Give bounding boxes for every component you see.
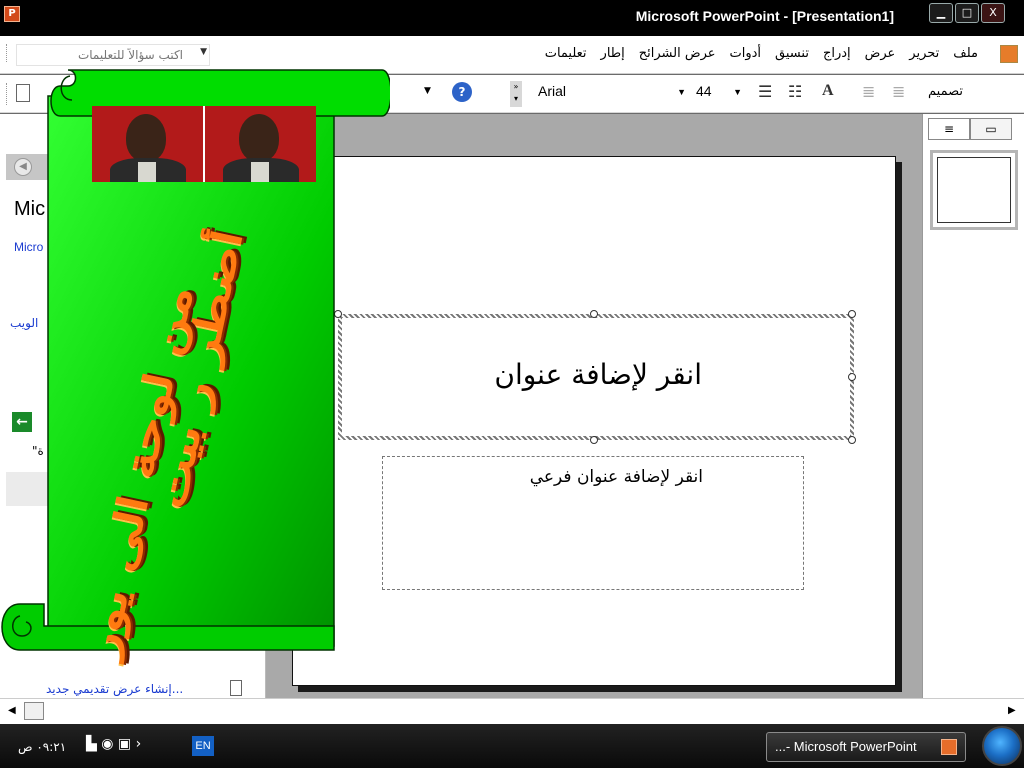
maximize-button[interactable]: □ [955,3,979,23]
font-size-select[interactable]: 44 ▼ [696,83,744,105]
windows-taskbar: ٠٩:٢١ ص ▙ ◉ ▣ › EN ...- Microsoft PowerP… [0,724,1024,768]
help-question-input[interactable] [17,45,187,65]
help-icon[interactable]: ? [452,82,472,102]
menu-file[interactable]: ملف [953,46,978,61]
menu-format[interactable]: تنسيق [775,46,809,61]
menu-items: ملف تحرير عرض إدراج تنسيق أدوات عرض الشر… [545,46,978,61]
title-placeholder[interactable]: انقر لإضافة عنوان [338,314,854,440]
portrait-photos[interactable] [92,106,316,182]
menu-window[interactable]: إطار [601,46,625,61]
minimize-button[interactable]: ▁ [929,3,953,23]
portrait-photo [92,106,203,182]
taskbar-powerpoint-label: ...- Microsoft PowerPoint [775,739,917,754]
decrease-indent-icon[interactable]: ≣ [862,82,875,101]
menu-slideshow[interactable]: عرض الشرائح [639,46,716,61]
increase-indent-icon[interactable]: ≣ [892,82,905,101]
resize-handle[interactable] [590,436,598,444]
subtitle-placeholder-text[interactable]: انقر لإضافة عنوان فرعي [530,467,703,487]
thumbnail-tabs: ≡ ▭ [928,118,1018,142]
close-button[interactable]: X [981,3,1005,23]
title-placeholder-text[interactable]: انقر لإضافة عنوان [494,358,702,391]
design-button[interactable]: تصميم [928,84,963,99]
powerpoint-icon [941,739,957,755]
menu-tools[interactable]: أدوات [730,46,762,61]
network-icon[interactable]: ▙ [86,736,97,752]
horizontal-scrollbar[interactable]: ◀ ▶ [0,698,1024,724]
tab-slides[interactable]: ▭ [970,118,1012,140]
resize-handle[interactable] [848,436,856,444]
scroll-thumb[interactable] [24,702,44,720]
numbering-icon[interactable]: ☰ [758,82,772,101]
powerpoint-app-icon[interactable]: P [4,6,20,22]
font-name-select[interactable]: Arial ▼ [538,83,688,105]
scroll-wordart[interactable]: أضطر ر بيت من لوحة الى يور [58,192,328,662]
toolbar-options-icon[interactable]: » ▾ [510,81,522,107]
menubar-grip[interactable] [6,44,9,62]
language-indicator[interactable]: EN [192,736,214,756]
help-question-box[interactable]: ▼ [16,44,210,66]
font-size-value: 44 [696,83,712,99]
new-presentation-icon[interactable] [230,680,242,696]
slide-thumbnail-canvas [937,157,1011,223]
menu-edit[interactable]: تحرير [909,46,939,61]
menu-help[interactable]: تعليمات [545,46,587,61]
display-icon[interactable]: ▣ [118,736,131,752]
system-tray: ▙ ◉ ▣ › [86,736,141,752]
tray-expand-icon[interactable]: › [136,736,142,752]
document-icon[interactable] [1000,45,1018,63]
scroll-right-icon[interactable]: ▶ [1008,705,1016,716]
new-presentation-link[interactable]: إنشاء عرض تقديمي جديد... [46,682,183,696]
font-name-value: Arial [538,83,567,99]
slide-thumbnail[interactable] [930,150,1018,230]
scroll-left-icon[interactable]: ◀ [8,705,16,716]
volume-icon[interactable]: ◉ [101,736,113,752]
zoom-dropdown-icon[interactable]: ▼ [424,86,431,96]
chevron-down-icon[interactable]: ▼ [677,87,686,97]
chevron-down-icon[interactable]: ▼ [733,87,742,97]
resize-handle[interactable] [848,310,856,318]
tab-outline[interactable]: ≡ [928,118,970,140]
subtitle-placeholder[interactable]: انقر لإضافة عنوان فرعي [382,456,804,590]
taskbar-powerpoint-button[interactable]: ...- Microsoft PowerPoint [766,732,966,762]
resize-handle[interactable] [848,373,856,381]
menu-view[interactable]: عرض [865,46,896,61]
grow-font-icon[interactable]: A [822,82,834,100]
title-bar: P Microsoft PowerPoint - [Presentation1]… [0,0,1024,36]
start-button[interactable] [982,726,1022,766]
bullets-icon[interactable]: ☷ [788,82,802,101]
window-title: Microsoft PowerPoint - [Presentation1] [635,8,894,24]
system-clock[interactable]: ٠٩:٢١ ص [18,740,66,754]
portrait-photo [205,106,316,182]
chevron-down-icon[interactable]: ▼ [200,47,207,57]
resize-handle[interactable] [590,310,598,318]
menu-insert[interactable]: إدراج [823,46,851,61]
